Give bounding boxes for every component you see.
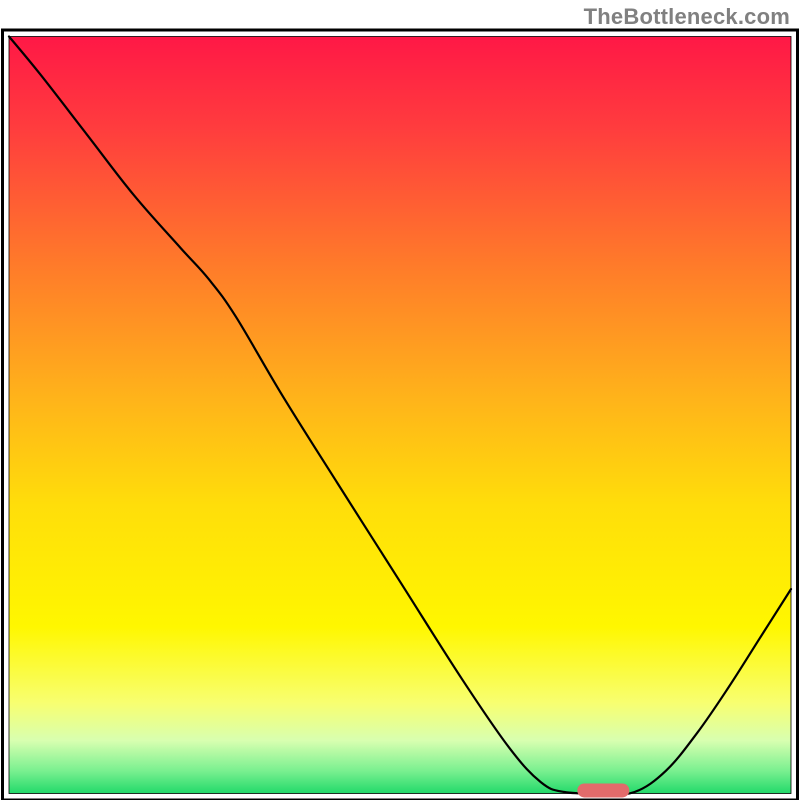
chart-background-gradient <box>9 37 791 794</box>
optimal-marker <box>577 783 629 797</box>
bottleneck-chart <box>0 0 800 800</box>
chart-container: TheBottleneck.com <box>0 0 800 800</box>
